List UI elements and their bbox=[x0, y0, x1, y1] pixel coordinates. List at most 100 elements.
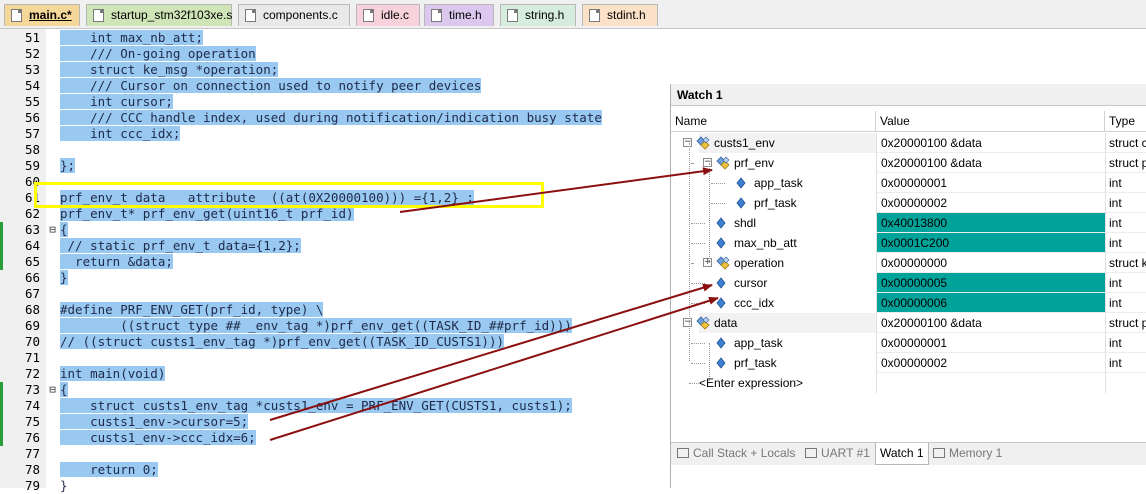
line-number: 68 bbox=[24, 302, 40, 317]
bottom-tab-label: UART #1 bbox=[821, 446, 870, 460]
line-number: 54 bbox=[24, 78, 40, 93]
watch-value[interactable]: 0x00000002 bbox=[876, 193, 1105, 213]
code-line[interactable]: 52 /// On-going operation bbox=[0, 46, 670, 62]
tree-connector bbox=[691, 223, 705, 224]
code-line[interactable]: 78 return 0; bbox=[0, 462, 670, 478]
watch-column-header: Name Value Type bbox=[671, 111, 1146, 132]
tab-uart-1[interactable]: UART #1 bbox=[805, 443, 870, 464]
code-line[interactable]: 65 return &data; bbox=[0, 254, 670, 270]
code-line[interactable]: 69 ((struct type ## _env_tag *)prf_env_g… bbox=[0, 318, 670, 334]
watch-name: ccc_idx bbox=[734, 296, 775, 310]
code-line[interactable]: 56 /// CCC handle index, used during not… bbox=[0, 110, 670, 126]
fold-toggle-icon[interactable]: ⊟ bbox=[46, 382, 59, 398]
code-line[interactable]: 54 /// Cursor on connection used to noti… bbox=[0, 78, 670, 94]
watch-row[interactable]: cursor 0x00000005 int bbox=[671, 273, 1146, 293]
tab-components-c[interactable]: components.c bbox=[238, 4, 350, 26]
watch-row[interactable]: − data 0x20000100 &data struct p bbox=[671, 313, 1146, 333]
tab-startup-stm32f103xe-s[interactable]: startup_stm32f103xe.s bbox=[86, 4, 232, 26]
collapse-icon[interactable]: − bbox=[703, 158, 712, 167]
watch-value[interactable]: 0x40013800 bbox=[876, 213, 1105, 233]
column-header-value[interactable]: Value bbox=[876, 111, 1105, 131]
code-line[interactable]: 71 bbox=[0, 350, 670, 366]
watch-row[interactable]: − prf_env 0x20000100 &data struct p bbox=[671, 153, 1146, 173]
struct-icon bbox=[716, 156, 730, 170]
watch-row[interactable]: ccc_idx 0x00000006 int bbox=[671, 293, 1146, 313]
watch-row[interactable]: prf_task 0x00000002 int bbox=[671, 353, 1146, 373]
code-line[interactable]: 66} bbox=[0, 270, 670, 286]
variable-icon bbox=[716, 237, 726, 249]
code-text-content: int cursor; bbox=[60, 94, 173, 109]
code-line[interactable]: 68 #define PRF_ENV_GET(prf_id, type) \ bbox=[0, 302, 670, 318]
modified-line-marker bbox=[0, 238, 3, 254]
code-line[interactable]: 63 ⊟{ bbox=[0, 222, 670, 238]
expand-icon[interactable]: + bbox=[703, 258, 712, 267]
code-line[interactable]: 59}; bbox=[0, 158, 670, 174]
line-number: 76 bbox=[24, 430, 40, 445]
watch-value[interactable]: 0x00000001 bbox=[876, 173, 1105, 193]
tab-label: time.h bbox=[449, 8, 482, 22]
watch-row[interactable]: shdl 0x40013800 int bbox=[671, 213, 1146, 233]
code-line[interactable]: 57 int ccc_idx; bbox=[0, 126, 670, 142]
enter-expression-row[interactable]: <Enter expression> bbox=[671, 373, 1146, 393]
code-line[interactable]: 76 custs1_env->ccc_idx=6; bbox=[0, 430, 670, 446]
code-line[interactable]: 72 int main(void) bbox=[0, 366, 670, 382]
collapse-icon[interactable]: − bbox=[683, 138, 692, 147]
file-icon bbox=[11, 9, 22, 22]
tab-idle-c[interactable]: idle.c bbox=[356, 4, 420, 26]
tab-label: components.c bbox=[263, 8, 338, 22]
code-line[interactable]: 77 bbox=[0, 446, 670, 462]
watch-type: struct p bbox=[1105, 313, 1146, 333]
tab-string-h[interactable]: string.h bbox=[500, 4, 576, 26]
watch-value[interactable]: 0x20000100 &data bbox=[876, 313, 1105, 333]
code-line[interactable]: 74 struct custs1_env_tag *custs1_env = P… bbox=[0, 398, 670, 414]
code-line[interactable]: 79} bbox=[0, 478, 670, 494]
code-text: int ccc_idx; bbox=[60, 126, 181, 142]
watch-row[interactable]: app_task 0x00000001 int bbox=[671, 333, 1146, 353]
column-header-type[interactable]: Type bbox=[1105, 111, 1146, 131]
watch-row[interactable]: + operation 0x00000000 struct k bbox=[671, 253, 1146, 273]
tab-main-c[interactable]: main.c* bbox=[4, 4, 80, 26]
collapse-icon[interactable]: − bbox=[683, 318, 692, 327]
code-line[interactable]: 67 bbox=[0, 286, 670, 302]
watch-value[interactable]: 0x00000000 bbox=[876, 253, 1105, 273]
watch-value[interactable]: 0x00000002 bbox=[876, 353, 1105, 373]
code-text-content: prf_env_t* prf_env_get(uint16_t prf_id) bbox=[60, 206, 354, 221]
watch-row[interactable]: − custs1_env 0x20000100 &data struct c bbox=[671, 133, 1146, 153]
code-line[interactable]: 53 struct ke_msg *operation; bbox=[0, 62, 670, 78]
code-line[interactable]: 75 custs1_env->cursor=5; bbox=[0, 414, 670, 430]
code-text: } bbox=[60, 270, 68, 286]
tab-watch-1[interactable]: Watch 1 bbox=[875, 443, 929, 465]
code-text-content: custs1_env->cursor=5; bbox=[60, 414, 249, 429]
tab-time-h[interactable]: time.h bbox=[424, 4, 494, 26]
watch-value[interactable]: 0x20000100 &data bbox=[876, 153, 1105, 173]
watch-value[interactable]: 0x0001C200 bbox=[876, 233, 1105, 253]
watch-row[interactable]: prf_task 0x00000002 int bbox=[671, 193, 1146, 213]
code-line[interactable]: 58 bbox=[0, 142, 670, 158]
code-text: { bbox=[60, 222, 68, 238]
code-line[interactable]: 62 prf_env_t* prf_env_get(uint16_t prf_id… bbox=[0, 206, 670, 222]
code-line[interactable]: 70 // ((struct custs1_env_tag *)prf_env_g… bbox=[0, 334, 670, 350]
code-line[interactable]: 51 int max_nb_att; bbox=[0, 30, 670, 46]
watch-value[interactable]: 0x00000001 bbox=[876, 333, 1105, 353]
line-number: 78 bbox=[24, 462, 40, 477]
watch-name: data bbox=[714, 316, 738, 330]
watch-type: int bbox=[1105, 233, 1146, 253]
tab-stdint-h[interactable]: stdint.h bbox=[582, 4, 658, 26]
code-text: /// On-going operation bbox=[60, 46, 256, 62]
fold-toggle-icon[interactable]: ⊟ bbox=[46, 222, 59, 238]
watch-row[interactable]: max_nb_att 0x0001C200 int bbox=[671, 233, 1146, 253]
code-line[interactable]: 64 // static prf_env_t data={1,2}; bbox=[0, 238, 670, 254]
code-text: int max_nb_att; bbox=[60, 30, 203, 46]
tab-call-stack-locals[interactable]: Call Stack + Locals bbox=[677, 443, 795, 464]
code-line[interactable]: 55 int cursor; bbox=[0, 94, 670, 110]
watch-row[interactable]: app_task 0x00000001 int bbox=[671, 173, 1146, 193]
watch-value[interactable]: 0x20000100 &data bbox=[876, 133, 1105, 153]
file-icon bbox=[507, 9, 518, 22]
code-text: struct custs1_env_tag *custs1_env = PRF_… bbox=[60, 398, 572, 414]
watch-value[interactable]: 0x00000005 bbox=[876, 273, 1105, 293]
column-header-name[interactable]: Name bbox=[671, 111, 876, 131]
tab-memory-1[interactable]: Memory 1 bbox=[933, 443, 1002, 464]
code-line[interactable]: 73 ⊟{ bbox=[0, 382, 670, 398]
watch-value[interactable]: 0x00000006 bbox=[876, 293, 1105, 313]
enter-expression-placeholder[interactable]: <Enter expression> bbox=[699, 373, 803, 393]
